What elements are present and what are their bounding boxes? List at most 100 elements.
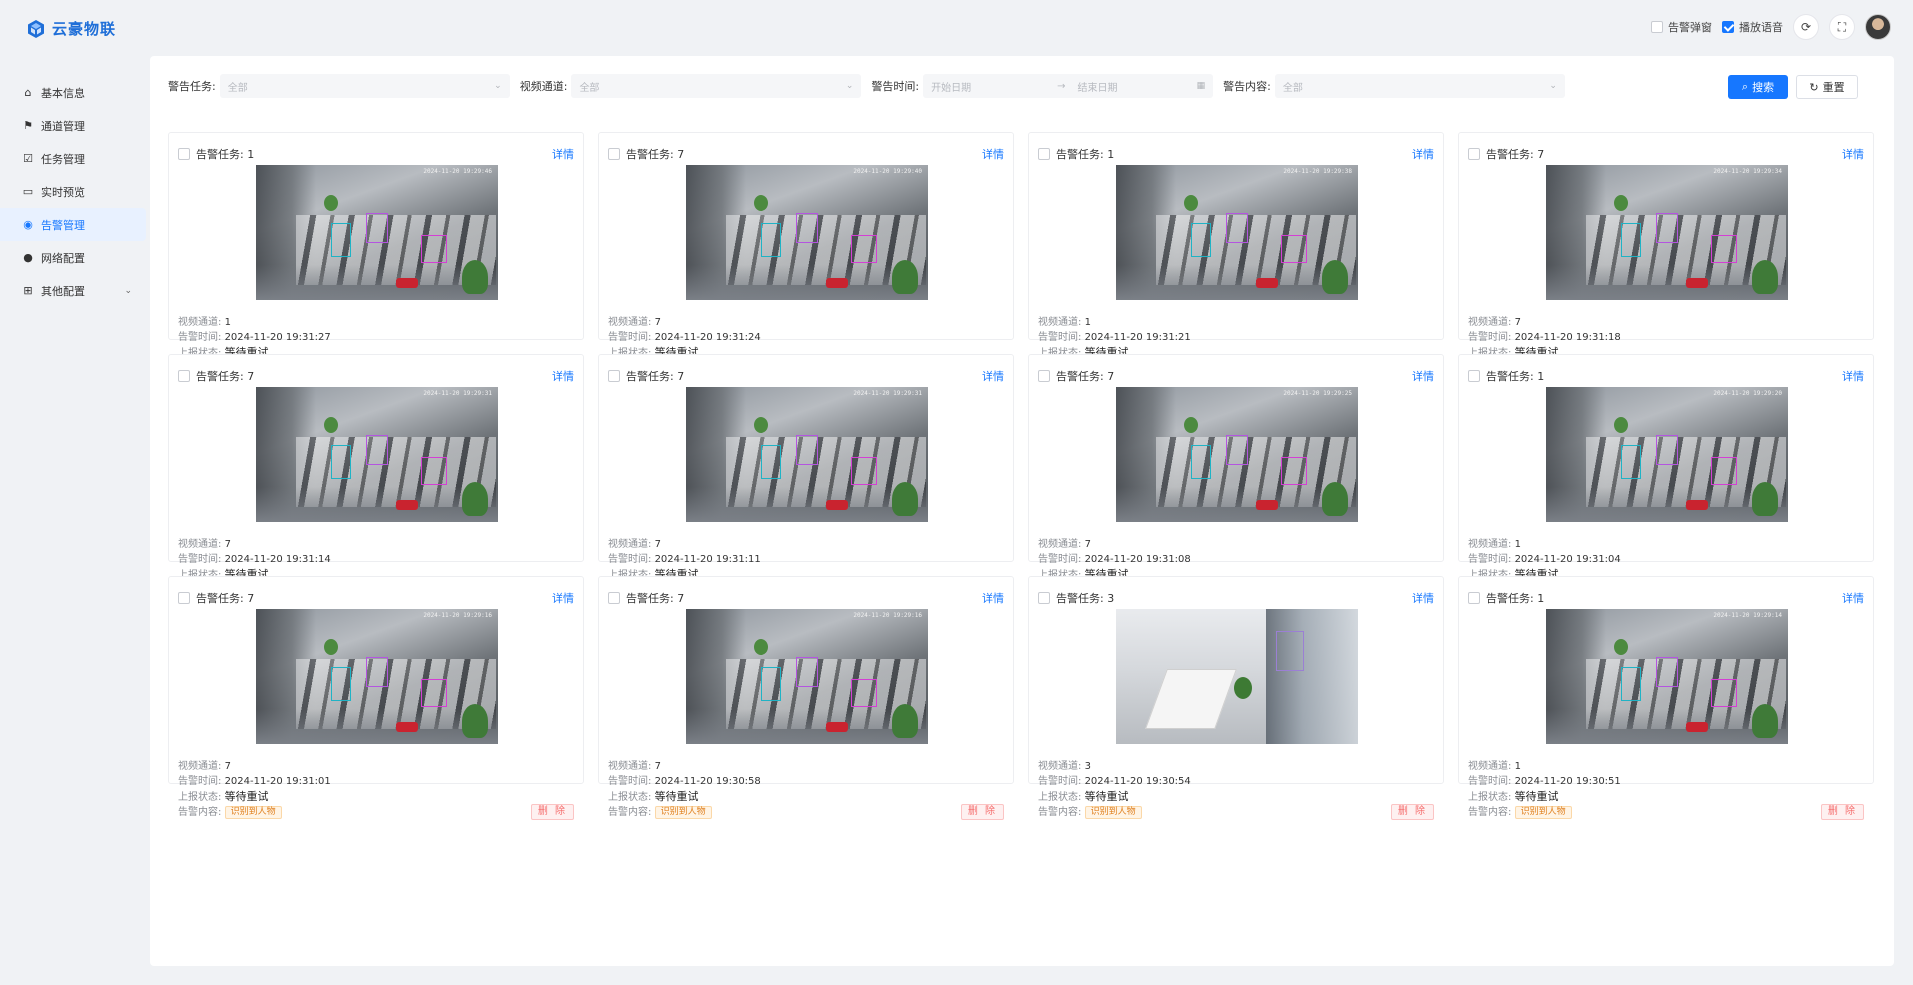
time-value: 2024-11-20 19:31:04 — [1514, 554, 1621, 565]
detail-link[interactable]: 详情 — [552, 368, 574, 384]
alert-card: 告警任务: 7 详情 2024-11-20 19:29:16 视频通道: 7 告… — [168, 576, 584, 820]
snapshot-plant-small — [324, 639, 338, 655]
pin-icon: ● — [23, 251, 33, 264]
delete-button[interactable]: 删 除 — [1390, 804, 1434, 820]
alert-snapshot[interactable]: 2024-11-20 19:29:25 — [1116, 387, 1358, 522]
snapshot-plant — [1322, 260, 1348, 294]
alert-snapshot[interactable]: 2024-11-20 19:29:31 — [256, 387, 498, 522]
alert-snapshot[interactable]: 2024-11-20 19:29:16 — [256, 609, 498, 744]
sidebar-item-task-management[interactable]: ☑ 任务管理 — [0, 142, 146, 175]
alert-snapshot[interactable] — [1116, 609, 1358, 744]
alert-select-checkbox[interactable] — [1468, 592, 1480, 604]
delete-button[interactable]: 删 除 — [530, 804, 574, 820]
alert-select-checkbox[interactable] — [1038, 148, 1050, 160]
time-key: 告警时间: — [608, 554, 652, 565]
alert-snapshot[interactable]: 2024-11-20 19:29:46 — [256, 165, 498, 300]
alert-select-checkbox[interactable] — [608, 370, 620, 382]
alert-snapshot[interactable]: 2024-11-20 19:29:31 — [686, 387, 928, 522]
channel-value: 7 — [224, 761, 231, 772]
alert-snapshot[interactable]: 2024-11-20 19:29:20 — [1546, 387, 1788, 522]
time-row: 告警时间: 2024-11-20 19:31:21 — [1038, 330, 1191, 345]
alert-select-checkbox[interactable] — [1468, 148, 1480, 160]
logo[interactable]: 云豪物联 — [26, 18, 116, 39]
alert-snapshot[interactable]: 2024-11-20 19:29:40 — [686, 165, 928, 300]
channel-value: 7 — [654, 761, 661, 772]
snapshot-plant — [892, 704, 918, 738]
alert-select-checkbox[interactable] — [178, 148, 190, 160]
alarm-popup-toggle[interactable]: 告警弹窗 — [1651, 19, 1712, 35]
alert-card: 告警任务: 1 详情 2024-11-20 19:29:20 视频通道: 1 告… — [1458, 354, 1874, 598]
detail-link[interactable]: 详情 — [552, 146, 574, 162]
reset-button-label: 重置 — [1822, 81, 1845, 94]
alert-task-title: 告警任务: 7 — [626, 148, 685, 161]
time-value: 2024-11-20 19:31:01 — [224, 776, 331, 787]
alert-select-checkbox[interactable] — [178, 592, 190, 604]
time-key: 告警时间: — [1038, 554, 1082, 565]
alert-select-checkbox[interactable] — [1038, 370, 1050, 382]
alert-snapshot[interactable]: 2024-11-20 19:29:34 — [1546, 165, 1788, 300]
channel-key: 视频通道: — [1038, 761, 1082, 772]
task-select[interactable]: 全部 ⌄ — [219, 74, 510, 98]
reset-button[interactable]: ↻ 重置 — [1796, 75, 1858, 99]
end-date-input[interactable]: 结束日期 — [1072, 79, 1182, 94]
alert-info: 视频通道: 3 告警时间: 2024-11-20 19:30:54 上报状态: … — [1038, 759, 1191, 820]
detail-link[interactable]: 详情 — [982, 368, 1004, 384]
detail-link[interactable]: 详情 — [1412, 368, 1434, 384]
detection-box — [421, 679, 447, 707]
snapshot-timestamp: 2024-11-20 19:29:14 — [1713, 612, 1782, 619]
alert-select-checkbox[interactable] — [608, 148, 620, 160]
delete-button[interactable]: 删 除 — [960, 804, 1004, 820]
detail-link[interactable]: 详情 — [1842, 590, 1864, 606]
channel-row: 视频通道: 7 — [1468, 315, 1621, 330]
sidebar-item-network-config[interactable]: ● 网络配置 — [0, 241, 146, 274]
alarm-popup-checkbox[interactable] — [1651, 21, 1663, 33]
alert-select-checkbox[interactable] — [608, 592, 620, 604]
alert-card: 告警任务: 1 详情 2024-11-20 19:29:38 视频通道: 1 告… — [1028, 132, 1444, 376]
alert-select-checkbox[interactable] — [1468, 370, 1480, 382]
content-key: 告警内容: — [1038, 807, 1082, 818]
refresh-button[interactable]: ⟳ — [1793, 14, 1819, 40]
snapshot-timestamp: 2024-11-20 19:29:46 — [423, 168, 492, 175]
channel-select[interactable]: 全部 ⌄ — [571, 74, 862, 98]
date-range-picker[interactable]: 开始日期 → 结束日期 ▦ — [923, 74, 1214, 98]
alert-snapshot[interactable]: 2024-11-20 19:29:16 — [686, 609, 928, 744]
sidebar-item-other-config[interactable]: ⊞ 其他配置 ⌄ — [0, 274, 146, 307]
detail-link[interactable]: 详情 — [552, 590, 574, 606]
content-select[interactable]: 全部 ⌄ — [1274, 74, 1565, 98]
detail-link[interactable]: 详情 — [1842, 146, 1864, 162]
sidebar-item-live-preview[interactable]: ▭ 实时预览 — [0, 175, 146, 208]
sidebar-item-channel-management[interactable]: ⚑ 通道管理 — [0, 109, 146, 142]
sidebar-item-label: 通道管理 — [41, 119, 85, 133]
alert-snapshot[interactable]: 2024-11-20 19:29:38 — [1116, 165, 1358, 300]
search-button[interactable]: ⌕ 搜索 — [1728, 75, 1788, 99]
sidebar-item-alarm-management[interactable]: ◉ 告警管理 — [0, 208, 146, 241]
start-date-input[interactable]: 开始日期 — [931, 79, 1051, 94]
alert-select-checkbox[interactable] — [178, 370, 190, 382]
status-key: 上报状态: — [1038, 792, 1082, 803]
snapshot-plant — [1322, 482, 1348, 516]
detail-link[interactable]: 详情 — [1412, 146, 1434, 162]
delete-button[interactable]: 删 除 — [1820, 804, 1864, 820]
content-key: 告警内容: — [178, 807, 222, 818]
content-tag: 识别到人物 — [1514, 805, 1572, 819]
chevron-down-icon: ⌄ — [845, 81, 854, 91]
status-key: 上报状态: — [178, 792, 222, 803]
play-voice-checkbox[interactable] — [1722, 21, 1734, 33]
alert-card: 告警任务: 7 详情 2024-11-20 19:29:25 视频通道: 7 告… — [1028, 354, 1444, 598]
sidebar-item-basic-info[interactable]: ⌂ 基本信息 — [0, 76, 146, 109]
detection-box — [366, 213, 388, 243]
user-avatar[interactable] — [1865, 14, 1891, 40]
detail-link[interactable]: 详情 — [1412, 590, 1434, 606]
play-voice-toggle[interactable]: 播放语音 — [1722, 19, 1783, 35]
time-row: 告警时间: 2024-11-20 19:30:54 — [1038, 774, 1191, 789]
detail-link[interactable]: 详情 — [982, 146, 1004, 162]
detail-link[interactable]: 详情 — [982, 590, 1004, 606]
fullscreen-button[interactable]: ⛶ — [1829, 14, 1855, 40]
content-tag: 识别到人物 — [224, 805, 282, 819]
alert-snapshot[interactable]: 2024-11-20 19:29:14 — [1546, 609, 1788, 744]
detail-link[interactable]: 详情 — [1842, 368, 1864, 384]
snapshot-chair — [396, 722, 418, 732]
content-key: 告警内容: — [608, 807, 652, 818]
alert-select-checkbox[interactable] — [1038, 592, 1050, 604]
alert-task-title: 告警任务: 1 — [1486, 370, 1545, 383]
